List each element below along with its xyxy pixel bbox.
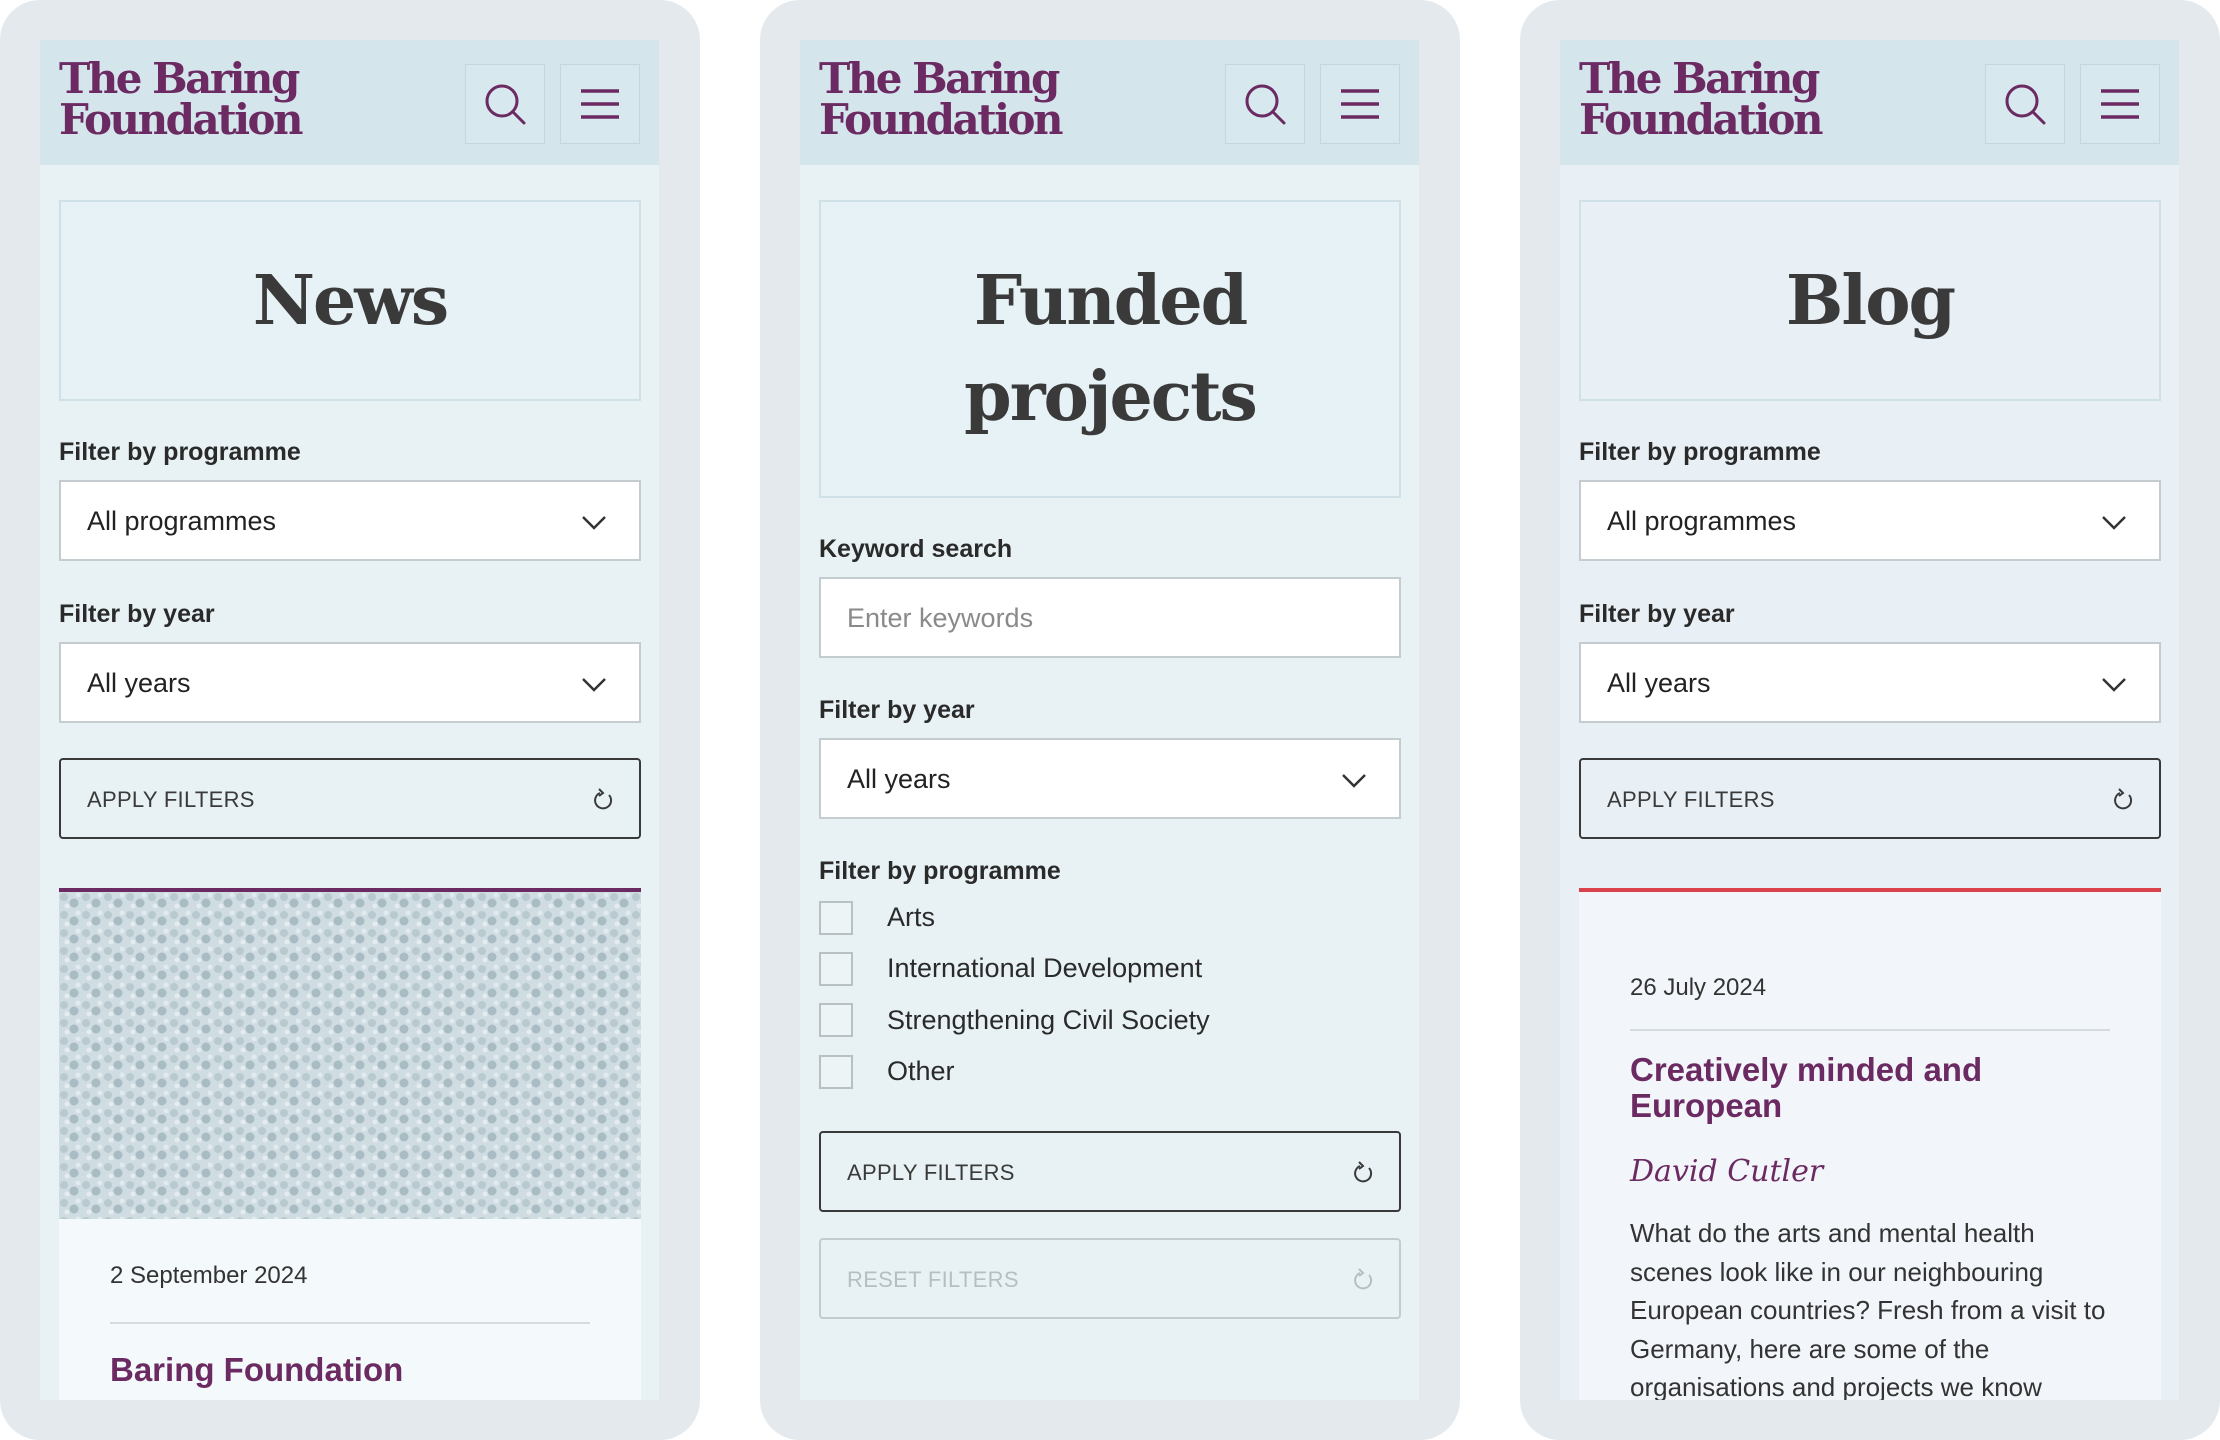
apply-filters-label: APPLY FILTERS (1607, 787, 1775, 812)
page-title: Funded projects (964, 253, 1258, 445)
card-divider (110, 1322, 590, 1324)
year-select[interactable]: All years (819, 738, 1401, 819)
programme-filter-label: Filter by programme (59, 438, 301, 466)
card-author: David Cutler (1630, 1154, 1824, 1189)
checkbox-strengthening-civil-society[interactable] (819, 1003, 853, 1037)
search-icon (485, 84, 526, 125)
refresh-icon (2114, 788, 2133, 810)
hamburger-menu-icon (581, 89, 619, 119)
chevron-down-icon (1342, 774, 1366, 788)
page-title-box: News (59, 200, 641, 401)
year-select-value: All years (87, 668, 191, 698)
year-select[interactable]: All years (59, 642, 641, 723)
checkbox-label-arts[interactable]: Arts (887, 902, 935, 933)
menu-button[interactable] (2080, 64, 2160, 144)
reset-filters-label: RESET FILTERS (847, 1267, 1019, 1292)
logo-line-1: The Baring (819, 54, 1060, 103)
site-logo[interactable]: The Baring Foundation (819, 54, 1064, 144)
chevron-down-icon (2102, 678, 2126, 692)
menu-button[interactable] (1320, 64, 1400, 144)
apply-filters-label: APPLY FILTERS (847, 1160, 1015, 1185)
hamburger-menu-icon (1341, 89, 1379, 119)
logo-line-1: The Baring (1579, 54, 1820, 103)
search-icon (1245, 84, 1286, 125)
checkbox-label-strengthening-civil-society[interactable]: Strengthening Civil Society (887, 1005, 1210, 1036)
checkbox-label-international-development[interactable]: International Development (887, 953, 1202, 984)
card-excerpt: What do the arts and mental health scene… (1630, 1218, 2106, 1400)
blog-card[interactable]: 26 July 2024 Creatively minded and Europ… (1579, 888, 2161, 1400)
menu-button[interactable] (560, 64, 640, 144)
site-header: The Baring Foundation (1560, 40, 2179, 165)
page-title-box: Funded projects (819, 200, 1401, 498)
funded-projects-screen: The Baring Foundation Funded projects Ke… (800, 40, 1419, 1400)
checkbox-international-development[interactable] (819, 952, 853, 986)
card-date: 26 July 2024 (1630, 974, 1767, 1001)
logo-line-2: Foundation (59, 95, 304, 144)
search-button[interactable] (1225, 64, 1305, 144)
year-select-value: All years (1607, 668, 1711, 698)
page-title: Blog (1785, 260, 1956, 341)
phone-frame-news: The Baring Foundation News Filter by pro… (0, 0, 700, 1440)
card-title[interactable]: Creatively minded and European (1630, 1052, 2110, 1124)
news-card[interactable]: 2 September 2024 Baring Foundation (59, 888, 641, 1400)
apply-filters-button[interactable]: APPLY FILTERS (59, 758, 641, 839)
refresh-icon (1354, 1268, 1373, 1290)
logo-line-2: Foundation (819, 95, 1064, 144)
search-icon (2005, 84, 2046, 125)
year-select[interactable]: All years (1579, 642, 2161, 723)
site-logo[interactable]: The Baring Foundation (1579, 54, 1824, 144)
page-title-line-1: Funded (973, 261, 1248, 341)
programme-select-value: All programmes (87, 506, 277, 536)
search-button[interactable] (1985, 64, 2065, 144)
logo-line-1: The Baring (59, 54, 300, 103)
phone-frame-blog: The Baring Foundation Blog Filter by pro… (1520, 0, 2220, 1440)
page-title-box: Blog (1579, 200, 2161, 401)
checkbox-arts[interactable] (819, 901, 853, 935)
logo-line-2: Foundation (1579, 95, 1824, 144)
refresh-icon (1354, 1161, 1373, 1183)
crowd-image (59, 892, 641, 1219)
apply-filters-button[interactable]: APPLY FILTERS (819, 1131, 1401, 1212)
programme-select[interactable]: All programmes (1579, 480, 2161, 561)
programme-filter-label: Filter by programme (1579, 438, 1821, 466)
search-button[interactable] (465, 64, 545, 144)
programme-select-value: All programmes (1607, 506, 1797, 536)
reset-filters-button[interactable]: RESET FILTERS (819, 1238, 1401, 1319)
refresh-icon (594, 788, 613, 810)
page-title-line-2: projects (964, 357, 1258, 437)
keyword-search-placeholder: Enter keywords (847, 603, 1034, 633)
hamburger-menu-icon (2101, 89, 2139, 119)
blog-screen: The Baring Foundation Blog Filter by pro… (1560, 40, 2179, 1400)
site-logo[interactable]: The Baring Foundation (59, 54, 304, 144)
year-select-value: All years (847, 764, 951, 794)
page-title: News (252, 260, 449, 341)
programme-filter-label: Filter by programme (819, 857, 1061, 885)
keyword-search-label: Keyword search (819, 535, 1013, 563)
chevron-down-icon (2102, 516, 2126, 530)
card-title[interactable]: Baring Foundation (110, 1352, 590, 1388)
year-filter-label: Filter by year (819, 696, 975, 724)
chevron-down-icon (582, 516, 606, 530)
checkbox-label-other[interactable]: Other (887, 1056, 955, 1087)
apply-filters-label: APPLY FILTERS (87, 787, 255, 812)
phone-frame-funded-projects: The Baring Foundation Funded projects Ke… (760, 0, 1460, 1440)
apply-filters-button[interactable]: APPLY FILTERS (1579, 758, 2161, 839)
news-screen: The Baring Foundation News Filter by pro… (40, 40, 659, 1400)
year-filter-label: Filter by year (1579, 600, 1735, 628)
card-divider (1630, 1029, 2110, 1031)
year-filter-label: Filter by year (59, 600, 215, 628)
checkbox-other[interactable] (819, 1055, 853, 1089)
site-header: The Baring Foundation (40, 40, 659, 165)
chevron-down-icon (582, 678, 606, 692)
card-date: 2 September 2024 (110, 1262, 308, 1289)
programme-select[interactable]: All programmes (59, 480, 641, 561)
keyword-search-input[interactable]: Enter keywords (819, 577, 1401, 658)
site-header: The Baring Foundation (800, 40, 1419, 165)
